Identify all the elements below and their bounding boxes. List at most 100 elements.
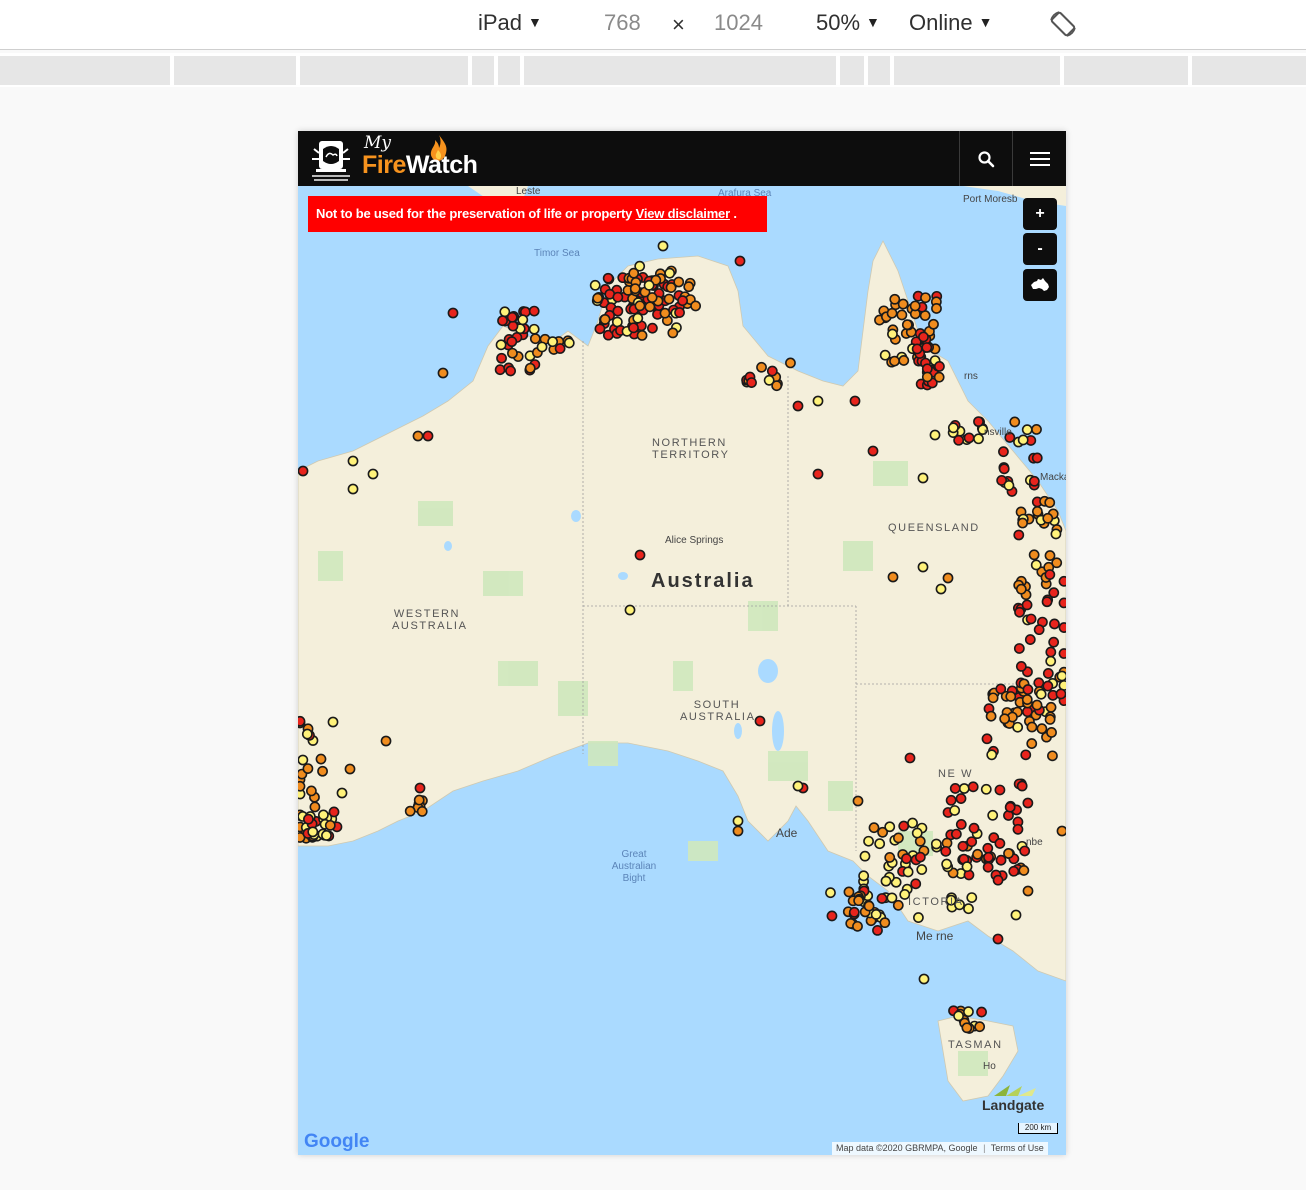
fire-hotspot-marker[interactable]: [1003, 480, 1015, 491]
fire-hotspot-marker[interactable]: [986, 749, 998, 761]
fire-hotspot-marker[interactable]: [646, 292, 658, 303]
fire-hotspot-marker[interactable]: [916, 864, 928, 875]
fire-hotspot-marker[interactable]: [301, 728, 313, 740]
fire-hotspot-marker[interactable]: [985, 710, 997, 722]
fire-hotspot-marker[interactable]: [528, 323, 540, 335]
fire-hotspot-marker[interactable]: [404, 805, 416, 817]
fire-hotspot-marker[interactable]: [968, 822, 980, 834]
fire-hotspot-marker[interactable]: [1056, 825, 1066, 837]
fire-hotspot-marker[interactable]: [812, 468, 824, 480]
media-query-segment[interactable]: [1064, 56, 1188, 85]
fire-hotspot-marker[interactable]: [1046, 727, 1057, 738]
fire-hotspot-marker[interactable]: [931, 303, 942, 314]
fire-hotspot-marker[interactable]: [594, 323, 606, 335]
fire-hotspot-marker[interactable]: [886, 307, 898, 319]
fire-hotspot-marker[interactable]: [1048, 587, 1060, 599]
fire-hotspot-marker[interactable]: [889, 355, 900, 367]
fire-hotspot-marker[interactable]: [901, 319, 913, 331]
fire-hotspot-marker[interactable]: [792, 780, 804, 792]
fire-hotspot-marker[interactable]: [1018, 865, 1030, 876]
fire-hotspot-marker[interactable]: [1058, 597, 1066, 609]
fire-hotspot-marker[interactable]: [902, 866, 914, 878]
fire-hotspot-marker[interactable]: [1045, 701, 1057, 713]
fire-hotspot-marker[interactable]: [1017, 434, 1029, 446]
fire-hotspot-marker[interactable]: [992, 874, 1004, 886]
fire-hotspot-marker[interactable]: [867, 445, 879, 457]
fire-hotspot-marker[interactable]: [966, 892, 978, 903]
search-button[interactable]: [959, 131, 1012, 186]
fire-hotspot-marker[interactable]: [953, 1010, 964, 1022]
fire-hotspot-marker[interactable]: [980, 783, 992, 795]
fire-hotspot-marker[interactable]: [995, 683, 1007, 695]
fire-hotspot-marker[interactable]: [1021, 694, 1033, 706]
fire-hotspot-marker[interactable]: [921, 342, 933, 353]
media-query-segment[interactable]: [894, 56, 1060, 85]
fire-hotspot-marker[interactable]: [949, 805, 961, 816]
fire-hotspot-marker[interactable]: [636, 329, 648, 341]
fire-hotspot-marker[interactable]: [1045, 655, 1057, 667]
fire-hotspot-marker[interactable]: [1028, 549, 1040, 561]
fire-hotspot-marker[interactable]: [1049, 618, 1060, 630]
fire-hotspot-marker[interactable]: [1015, 660, 1027, 672]
media-query-segment[interactable]: [498, 56, 520, 85]
fire-hotspot-marker[interactable]: [998, 463, 1010, 475]
fire-hotspot-marker[interactable]: [950, 828, 962, 840]
fire-hotspot-marker[interactable]: [563, 337, 575, 349]
fire-hotspot-marker[interactable]: [657, 240, 669, 252]
fire-hotspot-marker[interactable]: [506, 311, 518, 323]
fire-hotspot-marker[interactable]: [1042, 668, 1054, 679]
fire-hotspot-marker[interactable]: [1009, 416, 1021, 428]
fire-hotspot-marker[interactable]: [328, 806, 340, 818]
fire-hotspot-marker[interactable]: [976, 1006, 987, 1018]
fire-hotspot-marker[interactable]: [1022, 797, 1034, 809]
fire-hotspot-marker[interactable]: [992, 933, 1004, 945]
fire-hotspot-marker[interactable]: [303, 813, 314, 825]
fire-hotspot-marker[interactable]: [972, 848, 983, 860]
fire-hotspot-marker[interactable]: [876, 893, 888, 904]
media-query-segment[interactable]: [472, 56, 494, 85]
fire-hotspot-marker[interactable]: [663, 293, 675, 305]
fire-hotspot-marker[interactable]: [917, 561, 929, 573]
fire-hotspot-marker[interactable]: [1031, 699, 1043, 711]
fire-hotspot-marker[interactable]: [1047, 750, 1058, 762]
fire-hotspot-marker[interactable]: [909, 300, 921, 312]
fire-hotspot-marker[interactable]: [941, 858, 953, 870]
fire-hotspot-marker[interactable]: [347, 483, 359, 495]
fire-hotspot-marker[interactable]: [963, 432, 975, 444]
fire-hotspot-marker[interactable]: [766, 365, 778, 377]
fire-hotspot-marker[interactable]: [528, 305, 540, 317]
fire-hotspot-marker[interactable]: [1003, 848, 1014, 859]
fire-hotspot-marker[interactable]: [1031, 452, 1043, 464]
fire-hotspot-marker[interactable]: [414, 782, 426, 794]
fire-hotspot-marker[interactable]: [898, 355, 910, 366]
fire-hotspot-marker[interactable]: [547, 336, 559, 348]
fire-hotspot-marker[interactable]: [870, 908, 882, 920]
fire-hotspot-marker[interactable]: [624, 604, 636, 616]
view-disclaimer-link[interactable]: View disclaimer: [636, 206, 731, 221]
fire-hotspot-marker[interactable]: [911, 343, 923, 355]
fire-hotspot-marker[interactable]: [974, 1021, 986, 1033]
fire-hotspot-marker[interactable]: [917, 472, 929, 484]
fire-hotspot-marker[interactable]: [859, 850, 871, 862]
fire-hotspot-marker[interactable]: [690, 300, 702, 312]
fire-hotspot-marker[interactable]: [1020, 749, 1032, 761]
menu-button[interactable]: [1012, 131, 1066, 186]
fire-hotspot-marker[interactable]: [1042, 680, 1054, 692]
fire-hotspot-marker[interactable]: [934, 360, 945, 372]
fire-hotspot-marker[interactable]: [347, 455, 359, 467]
fire-hotspot-marker[interactable]: [812, 395, 824, 407]
media-query-segment[interactable]: [0, 56, 170, 85]
fire-hotspot-marker[interactable]: [1012, 823, 1024, 835]
fire-hotspot-marker[interactable]: [852, 920, 863, 932]
fire-hotspot-marker[interactable]: [602, 272, 614, 284]
fire-hotspot-marker[interactable]: [1033, 677, 1045, 689]
fire-hotspot-marker[interactable]: [935, 583, 947, 595]
fire-hotspot-marker[interactable]: [863, 900, 875, 912]
fire-hotspot-marker[interactable]: [995, 854, 1007, 866]
fire-hotspot-marker[interactable]: [497, 315, 508, 327]
fire-hotspot-marker[interactable]: [955, 819, 967, 830]
fire-hotspot-marker[interactable]: [1015, 583, 1027, 595]
fire-hotspot-marker[interactable]: [1044, 497, 1056, 508]
fire-hotspot-marker[interactable]: [957, 840, 969, 852]
media-query-segment[interactable]: [868, 56, 890, 85]
